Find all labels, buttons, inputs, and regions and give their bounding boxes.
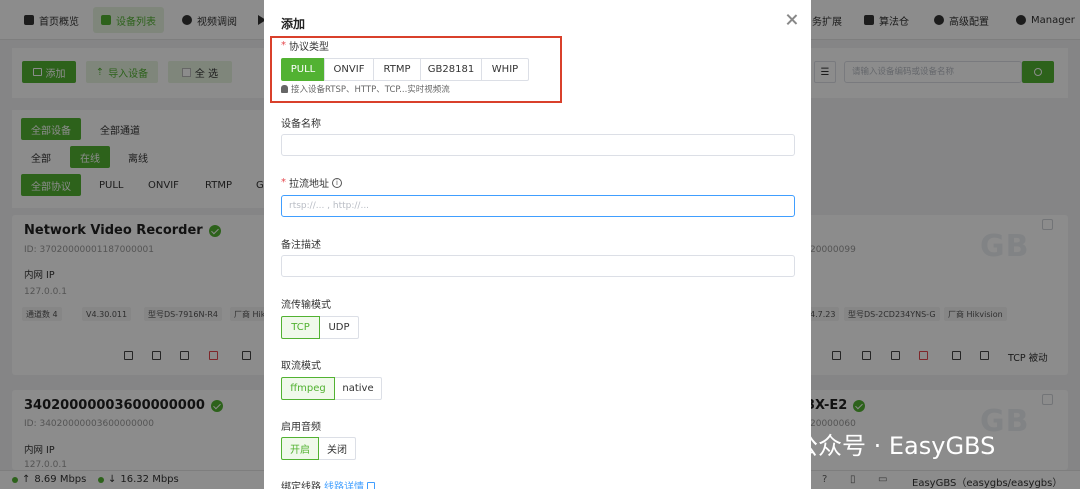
audio-selector: 开启 关闭 bbox=[281, 437, 356, 460]
pull-mode-label: 取流模式 bbox=[281, 361, 321, 372]
device-name-input[interactable] bbox=[281, 134, 795, 156]
info-icon[interactable]: i bbox=[332, 177, 342, 188]
description-input[interactable] bbox=[281, 255, 795, 277]
protocol-option-whip[interactable]: WHIP bbox=[481, 58, 529, 81]
audio-option-on[interactable]: 开启 bbox=[281, 437, 319, 460]
protocol-hint: 接入设备RTSP、HTTP、TCP...实时视频流 bbox=[281, 83, 450, 95]
protocol-option-gb28181[interactable]: GB28181 bbox=[420, 58, 482, 81]
transport-mode-label: 流传输模式 bbox=[281, 300, 331, 311]
protocol-option-rtmp[interactable]: RTMP bbox=[373, 58, 421, 81]
audio-label: 启用音频 bbox=[281, 422, 321, 433]
pull-mode-option-native[interactable]: native bbox=[334, 377, 382, 400]
pull-mode-selector: ffmpeg native bbox=[281, 377, 382, 400]
close-icon[interactable] bbox=[784, 12, 800, 28]
device-name-label: 设备名称 bbox=[281, 119, 321, 130]
stream-url-input[interactable] bbox=[281, 195, 795, 217]
dialog-title: 添加 bbox=[281, 17, 306, 31]
transport-mode-selector: TCP UDP bbox=[281, 316, 359, 339]
bell-icon bbox=[281, 85, 288, 93]
external-link-icon[interactable] bbox=[367, 481, 375, 489]
pull-mode-option-ffmpeg[interactable]: ffmpeg bbox=[281, 377, 335, 400]
route-label: 绑定线路 线路详情 bbox=[281, 478, 375, 489]
description-label: 备注描述 bbox=[281, 240, 321, 251]
audio-option-off[interactable]: 关闭 bbox=[318, 437, 356, 460]
add-device-dialog: 添加 * 协议类型 PULL ONVIF RTMP GB28181 WHIP 接… bbox=[264, 0, 811, 489]
stream-url-label: * 拉流地址 i bbox=[281, 175, 342, 190]
protocol-selector: PULL ONVIF RTMP GB28181 WHIP bbox=[281, 58, 529, 81]
transport-option-udp[interactable]: UDP bbox=[319, 316, 359, 339]
transport-option-tcp[interactable]: TCP bbox=[281, 316, 320, 339]
route-details-link[interactable]: 线路详情 bbox=[324, 478, 364, 489]
protocol-option-pull[interactable]: PULL bbox=[281, 58, 325, 81]
protocol-label: * 协议类型 bbox=[281, 40, 329, 53]
protocol-option-onvif[interactable]: ONVIF bbox=[324, 58, 374, 81]
